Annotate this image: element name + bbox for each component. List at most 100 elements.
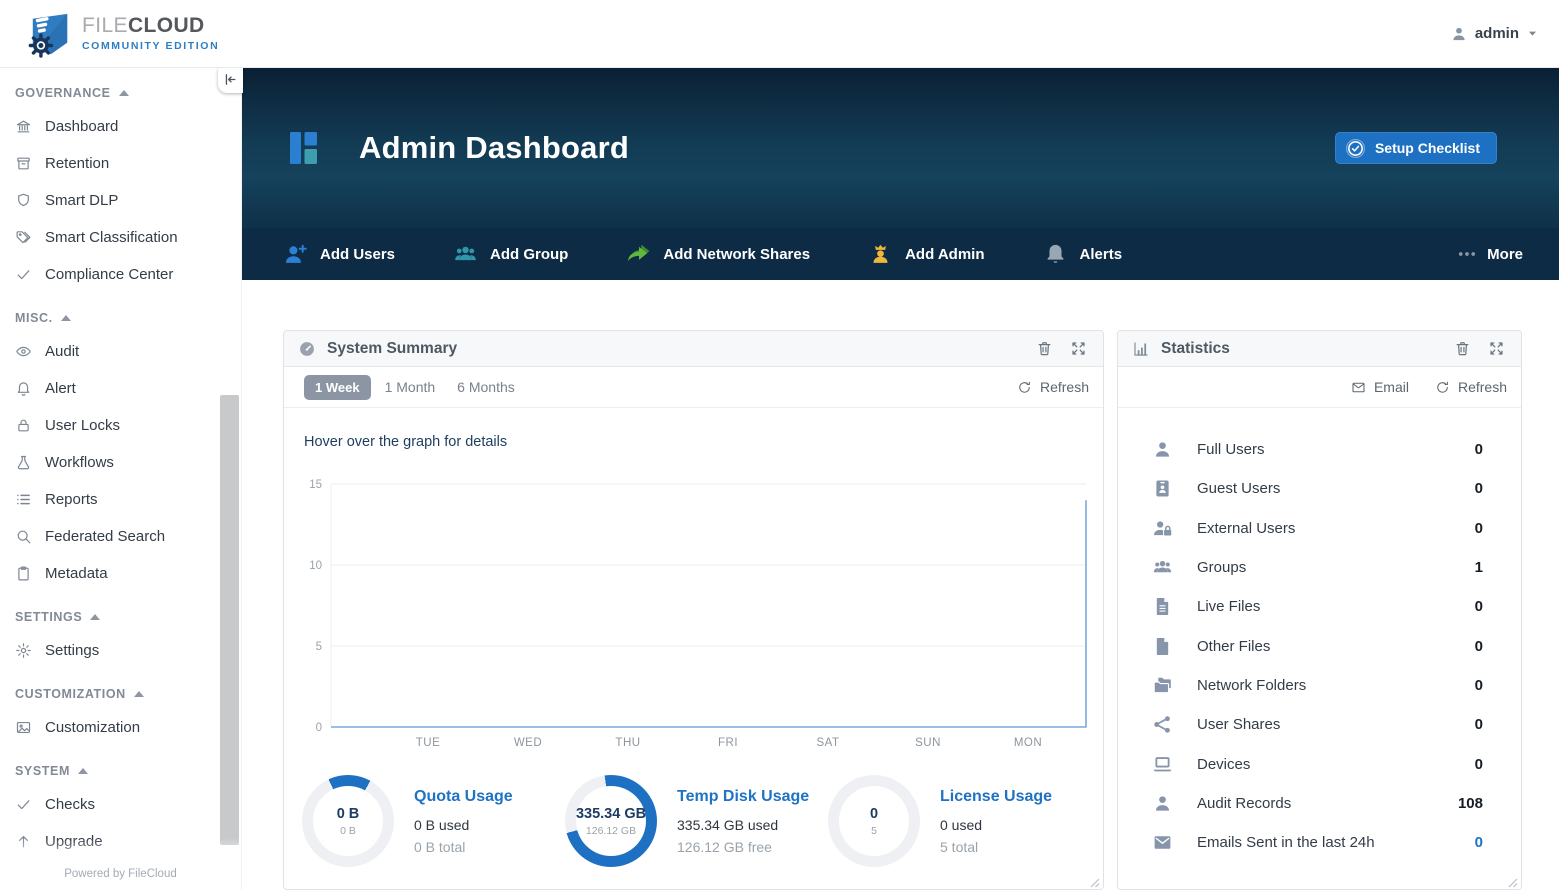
stat-row-network-folders: Network Folders 0: [1152, 666, 1483, 705]
system-summary-toolbar: 1 Week 1 Month 6 Months Refresh: [284, 367, 1103, 408]
expand-widget-icon[interactable]: [1070, 340, 1087, 357]
sidebar-section-header-governance[interactable]: GOVERNANCE: [15, 78, 241, 108]
panel-resize-handle[interactable]: [1507, 875, 1518, 888]
users-icon: [1152, 557, 1173, 578]
admin-user-icon: [868, 242, 893, 267]
sidebar-item-smart-classification[interactable]: Smart Classification: [15, 219, 241, 256]
x-tick-label: TUE: [416, 737, 441, 749]
add-admin-button[interactable]: Add Admin: [868, 242, 985, 267]
stat-row-groups: Groups 1: [1152, 548, 1483, 587]
sidebar-item-label: Audit: [45, 343, 80, 360]
sidebar-item-dashboard[interactable]: Dashboard: [15, 108, 241, 145]
stat-row-live-files: Live Files 0: [1152, 587, 1483, 626]
tab-1-month[interactable]: 1 Month: [377, 374, 444, 400]
statistics-toolbar: Email Refresh: [1118, 367, 1521, 408]
stat-value: 0: [1474, 480, 1483, 498]
filecloud-logo[interactable]: FILECLOUD COMMUNITY EDITION: [28, 10, 219, 58]
donut-center: 05: [839, 786, 909, 856]
sidebar-item-settings[interactable]: Settings: [15, 632, 241, 669]
activity-chart[interactable]: 0 5 10 15 TUE WED THU FRI SAT SUN MON: [284, 454, 1103, 754]
stats-refresh-button[interactable]: Refresh: [1435, 379, 1507, 395]
sidebar-item-smart-dlp[interactable]: Smart DLP: [15, 182, 241, 219]
gauge-license-usage: 0 5 License Usage 0 used 5 total: [828, 775, 1091, 867]
sidebar-collapse-button[interactable]: [218, 66, 243, 93]
sidebar-item-compliance-center[interactable]: Compliance Center: [15, 256, 241, 293]
page-title: Admin Dashboard: [359, 130, 629, 165]
stat-row-audit-records: Audit Records 108: [1152, 784, 1483, 823]
gauge-info: License Usage 0 used 5 total: [940, 788, 1052, 855]
expand-widget-icon[interactable]: [1488, 340, 1505, 357]
quick-action-label: Add Group: [490, 245, 569, 263]
quick-actions-bar: Add Users Add Group Add Network Shares Add …: [242, 228, 1559, 280]
main-area: Admin Dashboard Setup Checklist Add User…: [218, 66, 1559, 890]
collapse-up-icon: [90, 614, 101, 620]
sidebar-section-header-misc[interactable]: MISC.: [15, 303, 241, 333]
tab-6-months[interactable]: 6 Months: [449, 374, 523, 400]
sidebar-item-federated-search[interactable]: Federated Search: [15, 518, 241, 555]
sidebar-item-label: Federated Search: [45, 528, 166, 545]
panel-resize-handle[interactable]: [1089, 875, 1100, 888]
gauge-total: 5 total: [940, 838, 979, 855]
donut-center: 0 B0 B: [313, 786, 383, 856]
add-users-button[interactable]: Add Users: [283, 242, 395, 267]
sidebar-item-alert[interactable]: Alert: [15, 370, 241, 407]
sidebar-item-reports[interactable]: Reports: [15, 481, 241, 518]
sidebar-item-audit[interactable]: Audit: [15, 333, 241, 370]
quick-action-label: Add Network Shares: [663, 245, 811, 263]
sidebar-scrollbar[interactable]: [220, 395, 239, 845]
search-icon: [15, 528, 32, 545]
sidebar-item-retention[interactable]: Retention: [15, 145, 241, 182]
sidebar-item-checks[interactable]: Checks: [15, 786, 241, 823]
gear-icon: [15, 642, 32, 659]
gauge-temp-disk-usage: 335.34 GB 126.12 GB Temp Disk Usage 335.34 …: [565, 775, 828, 867]
donut-chart: 0 B0 B: [302, 775, 394, 867]
image-icon: [15, 719, 32, 736]
logo-edition: COMMUNITY EDITION: [82, 39, 220, 52]
stat-value: 0: [1474, 637, 1483, 655]
add-network-shares-button[interactable]: Add Network Shares: [626, 242, 810, 267]
add-group-button[interactable]: Add Group: [453, 242, 568, 267]
delete-widget-icon[interactable]: [1454, 340, 1471, 357]
gauge-title: Quota Usage: [414, 787, 513, 805]
chevron-down-icon: [1526, 27, 1539, 40]
stat-value: 108: [1457, 794, 1483, 812]
collapse-up-icon: [60, 315, 71, 321]
tab-1-week[interactable]: 1 Week: [304, 374, 371, 400]
collapse-up-icon: [78, 768, 88, 774]
sidebar-item-workflows[interactable]: Workflows: [15, 444, 241, 481]
stat-value: 0: [1474, 834, 1483, 852]
donut-chart: 05: [828, 775, 920, 867]
stat-label: Live Files: [1197, 598, 1261, 616]
statistics-panel: Statistics Email Refresh Full Users 0 Gues…: [1117, 330, 1522, 890]
stat-label: Guest Users: [1197, 480, 1281, 498]
sidebar-item-customization[interactable]: Customization: [15, 709, 241, 746]
setup-checklist-label: Setup Checklist: [1374, 140, 1480, 156]
sidebar-section-header-settings[interactable]: SETTINGS: [15, 602, 241, 632]
sidebar-footer: Powered by FileCloud: [0, 838, 241, 890]
email-button[interactable]: Email: [1351, 379, 1409, 395]
alerts-button[interactable]: Alerts: [1043, 242, 1122, 267]
stat-value: 0: [1474, 676, 1483, 694]
gauge-info: Quota Usage 0 B used 0 B total: [414, 788, 513, 855]
setup-checklist-button[interactable]: Setup Checklist: [1334, 132, 1497, 164]
more-label: More: [1487, 245, 1523, 263]
eye-icon: [15, 343, 32, 360]
stat-row-user-shares: User Shares 0: [1152, 705, 1483, 744]
sidebar-item-metadata[interactable]: Metadata: [15, 555, 241, 592]
gauge-quota-usage: 0 B0 B Quota Usage 0 B used 0 B total: [302, 775, 565, 867]
folders-icon: [1152, 675, 1173, 696]
share-arrows-icon: [626, 242, 651, 267]
system-summary-header: System Summary: [284, 331, 1103, 367]
user-menu[interactable]: admin: [1450, 25, 1539, 43]
summary-refresh-button[interactable]: Refresh: [1017, 379, 1089, 395]
sidebar-item-user-locks[interactable]: User Locks: [15, 407, 241, 444]
sidebar-item-label: Customization: [45, 719, 141, 736]
more-button[interactable]: More: [1457, 244, 1523, 264]
sidebar-section-header-customization[interactable]: CUSTOMIZATION: [15, 679, 241, 709]
refresh-icon: [1435, 380, 1450, 395]
delete-widget-icon[interactable]: [1036, 340, 1053, 357]
stat-label: Audit Records: [1197, 794, 1292, 812]
sidebar-section-header-system[interactable]: SYSTEM: [15, 756, 241, 786]
system-summary-title: System Summary: [327, 339, 458, 357]
email-label: Email: [1373, 379, 1409, 395]
